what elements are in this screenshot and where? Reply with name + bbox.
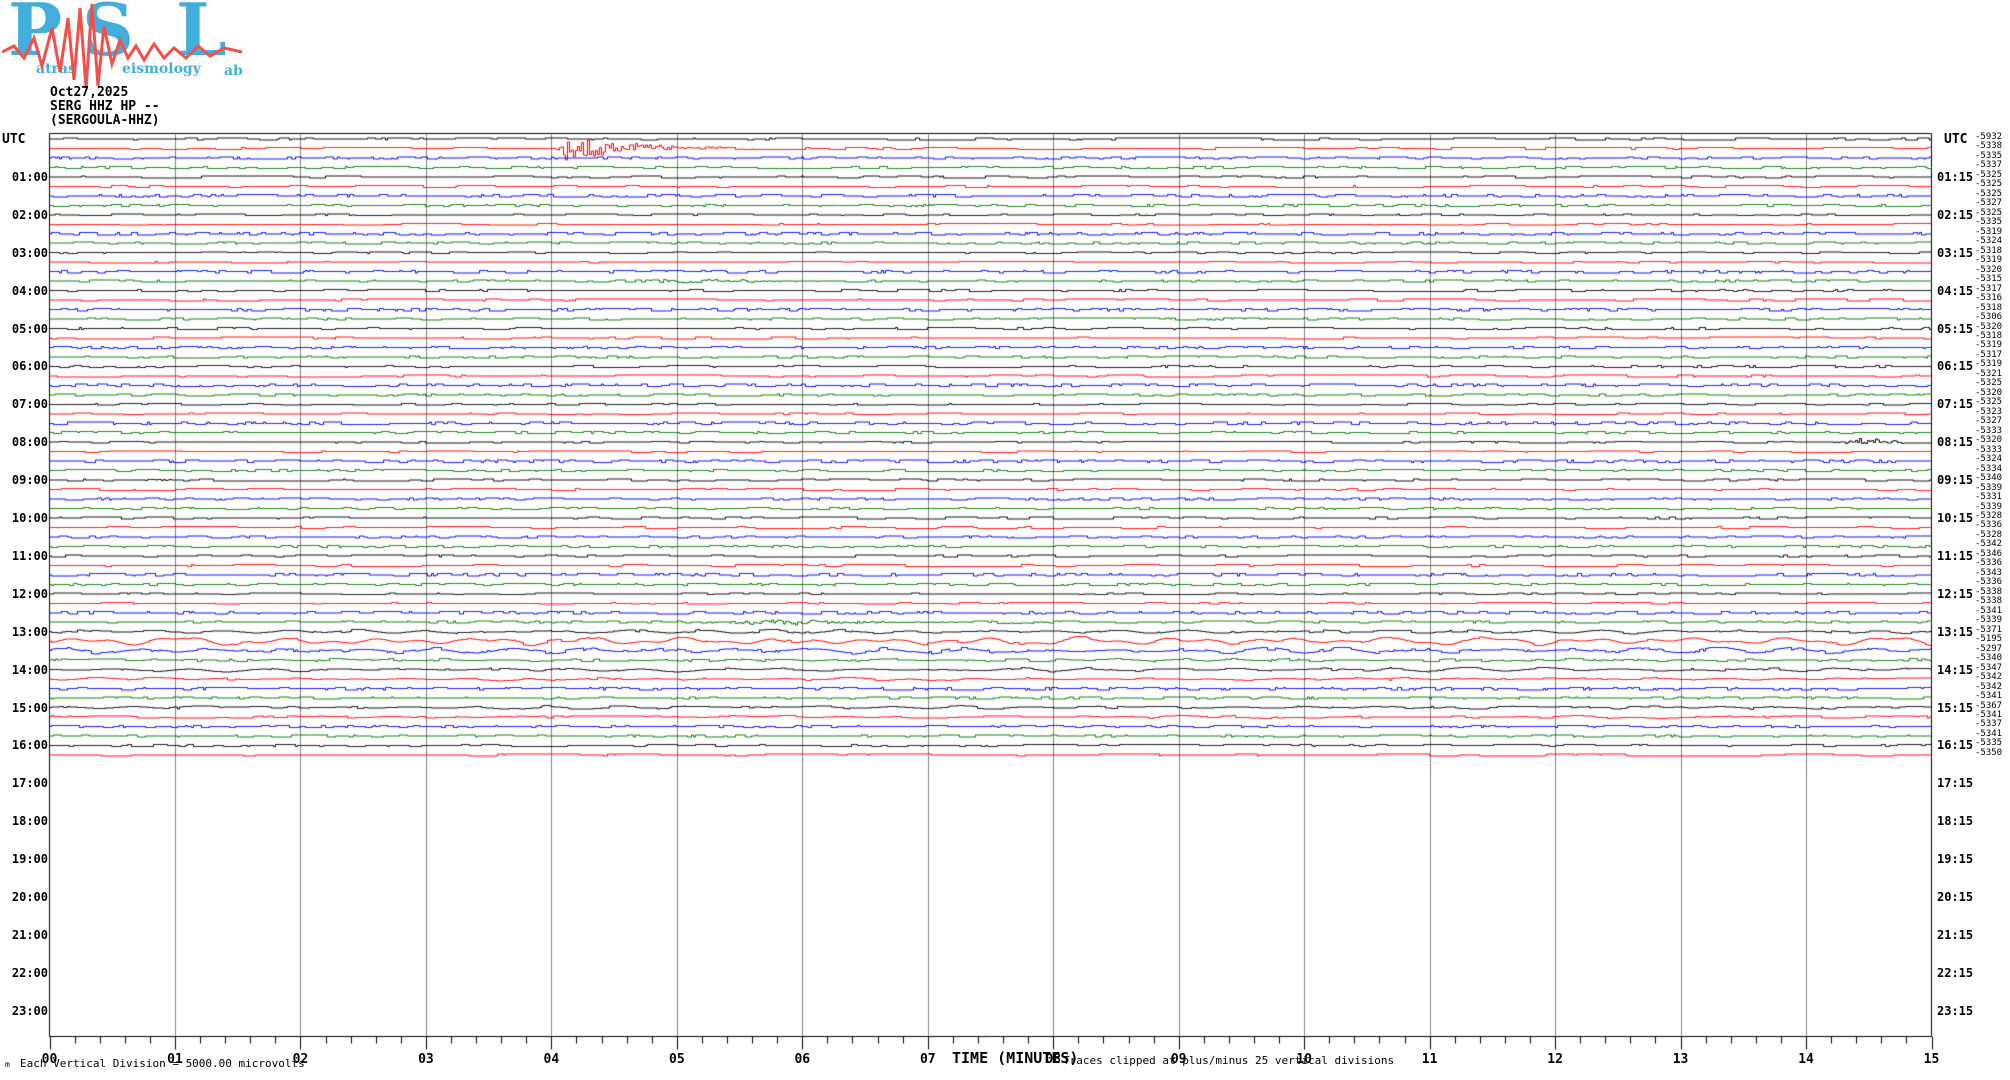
right-time-label: 03:15	[1937, 247, 1973, 260]
logo-word-atras: atras	[36, 62, 76, 76]
left-time-label: 08:00	[6, 436, 48, 449]
trace-offset-value: -5340	[1975, 654, 2002, 663]
right-time-label: 11:15	[1937, 550, 1973, 563]
logo-letter-l: L	[176, 0, 227, 66]
trace-offset-value: -5195	[1975, 635, 2002, 644]
trace-offset-value: -5340	[1975, 474, 2002, 483]
right-time-label: 21:15	[1937, 929, 1973, 942]
utc-label-right: UTC	[1944, 133, 1967, 146]
x-tick-label: 12	[1547, 1052, 1563, 1067]
right-time-label: 08:15	[1937, 436, 1973, 449]
x-tick-label: 05	[669, 1052, 685, 1067]
left-time-label: 09:00	[6, 474, 48, 487]
trace-offset-value: -5315	[1975, 275, 2002, 284]
trace-offset-value: -5336	[1975, 578, 2002, 587]
utc-label-left: UTC	[2, 133, 25, 146]
right-time-label: 02:15	[1937, 209, 1973, 222]
left-time-label: 05:00	[6, 323, 48, 336]
left-time-label: 20:00	[6, 891, 48, 904]
helicorder-canvas	[0, 0, 2010, 1080]
trace-offset-value: -5324	[1975, 455, 2002, 464]
trace-offset-value: -5320	[1975, 436, 2002, 445]
corner-scale-mark: m	[5, 1060, 10, 1069]
right-time-label: 04:15	[1937, 285, 1973, 298]
x-tick-label: 06	[794, 1052, 810, 1067]
right-time-label: 06:15	[1937, 360, 1973, 373]
trace-offset-value: -5319	[1975, 256, 2002, 265]
left-time-label: 03:00	[6, 247, 48, 260]
trace-offset-value: -5324	[1975, 237, 2002, 246]
left-time-label: 21:00	[6, 929, 48, 942]
x-tick-label: 15	[1924, 1052, 1940, 1067]
logo-word-ab: ab	[224, 64, 243, 78]
left-time-label: 12:00	[6, 588, 48, 601]
right-time-label: 15:15	[1937, 702, 1973, 715]
x-tick-label: 03	[418, 1052, 434, 1067]
trace-offset-value: -5342	[1975, 673, 2002, 682]
right-time-label: 05:15	[1937, 323, 1973, 336]
left-time-label: 19:00	[6, 853, 48, 866]
header-date: Oct27,2025	[50, 86, 128, 100]
header-station: (SERGOULA-HHZ)	[50, 114, 160, 128]
right-time-label: 18:15	[1937, 815, 1973, 828]
right-time-label: 23:15	[1937, 1005, 1973, 1018]
right-time-label: 22:15	[1937, 967, 1973, 980]
left-time-label: 23:00	[6, 1005, 48, 1018]
trace-offset-value: -5338	[1975, 597, 2002, 606]
logo-word-eismology: eismology	[122, 62, 201, 76]
right-time-label: 10:15	[1937, 512, 1973, 525]
x-tick-label: 11	[1422, 1052, 1438, 1067]
scale-note: Each Vertical Division = 5000.00 microvo…	[20, 1057, 305, 1070]
left-time-label: 14:00	[6, 664, 48, 677]
left-time-label: 02:00	[6, 209, 48, 222]
left-time-label: 22:00	[6, 967, 48, 980]
right-time-label: 19:15	[1937, 853, 1973, 866]
right-time-label: 13:15	[1937, 626, 1973, 639]
right-time-label: 20:15	[1937, 891, 1973, 904]
left-time-label: 16:00	[6, 739, 48, 752]
trace-offset-value: -5339	[1975, 616, 2002, 625]
left-time-label: 04:00	[6, 285, 48, 298]
trace-offset-value: -5306	[1975, 313, 2002, 322]
right-time-label: 17:15	[1937, 777, 1973, 790]
right-time-label: 12:15	[1937, 588, 1973, 601]
trace-offset-value: -5350	[1975, 749, 2002, 758]
right-time-label: 01:15	[1937, 171, 1973, 184]
x-axis-title: TIME (MINUTES)	[952, 1049, 1078, 1067]
trace-offset-value: -5335	[1975, 218, 2002, 227]
left-time-label: 18:00	[6, 815, 48, 828]
x-tick-label: 04	[544, 1052, 560, 1067]
left-time-label: 06:00	[6, 360, 48, 373]
trace-offset-value: -5325	[1975, 379, 2002, 388]
right-time-label: 16:15	[1937, 739, 1973, 752]
left-time-label: 01:00	[6, 171, 48, 184]
trace-offset-value: -5327	[1975, 199, 2002, 208]
left-time-label: 13:00	[6, 626, 48, 639]
logo-letter-s: S	[82, 0, 134, 66]
header-channel: SERG HHZ HP --	[50, 100, 160, 114]
helicorder-page: P S L atras eismology ab Oct27,2025 SERG…	[0, 0, 2010, 1080]
trace-offset-value: -5316	[1975, 294, 2002, 303]
left-time-label: 17:00	[6, 777, 48, 790]
x-tick-label: 14	[1798, 1052, 1814, 1067]
psl-logo: P S L atras eismology ab	[2, 0, 252, 92]
trace-offset-value: -5327	[1975, 417, 2002, 426]
trace-offset-value: -5341	[1975, 692, 2002, 701]
trace-offset-value: -5325	[1975, 398, 2002, 407]
left-time-label: 10:00	[6, 512, 48, 525]
clip-note: Traces clipped at plus/minus 25 vertical…	[1063, 1054, 1394, 1067]
right-time-label: 14:15	[1937, 664, 1973, 677]
trace-offset-value: -5331	[1975, 493, 2002, 502]
left-time-label: 15:00	[6, 702, 48, 715]
left-time-label: 07:00	[6, 398, 48, 411]
right-time-label: 07:15	[1937, 398, 1973, 411]
logo-letter-p: P	[8, 0, 62, 66]
x-tick-label: 13	[1673, 1052, 1689, 1067]
x-tick-label: 07	[920, 1052, 936, 1067]
right-time-label: 09:15	[1937, 474, 1973, 487]
left-time-label: 11:00	[6, 550, 48, 563]
